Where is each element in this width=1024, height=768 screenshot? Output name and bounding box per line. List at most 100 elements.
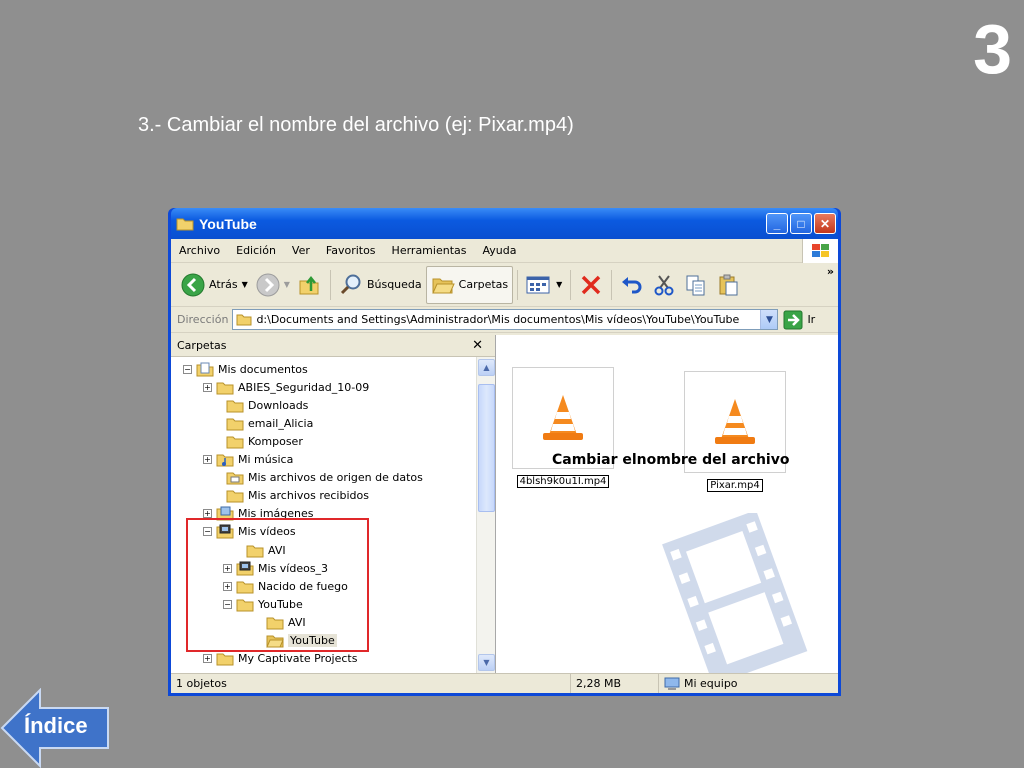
address-input[interactable]: d:\Documents and Settings\Administrador\… xyxy=(232,309,779,330)
expand-icon[interactable]: + xyxy=(203,509,212,519)
expand-icon[interactable]: + xyxy=(203,455,212,464)
tree-item[interactable]: + ABIES_Seguridad_10-09 xyxy=(203,378,369,396)
expand-icon[interactable]: + xyxy=(203,654,212,664)
folders-button[interactable]: Carpetas xyxy=(425,265,514,304)
go-label: Ir xyxy=(807,313,816,326)
menu-edicion[interactable]: Edición xyxy=(228,244,284,257)
tree-item[interactable]: AVI xyxy=(233,541,286,559)
tree-item[interactable]: Mis archivos recibidos xyxy=(213,487,369,505)
up-folder-icon xyxy=(299,275,319,294)
chevron-down-icon: ▼ xyxy=(765,314,773,325)
status-location: Mi equipo xyxy=(659,674,838,693)
toolbar-separator xyxy=(611,269,613,300)
tree-item[interactable]: − Mis documentos xyxy=(183,360,308,378)
tree-item[interactable]: Downloads xyxy=(213,396,308,414)
chevron-down-icon[interactable]: ▼ xyxy=(242,280,248,289)
tree-item-label: YouTube xyxy=(258,597,303,611)
menu-favoritos[interactable]: Favoritos xyxy=(318,244,384,257)
minimize-button[interactable]: _ xyxy=(766,213,788,234)
tree-scrollbar[interactable]: ▲ ▼ xyxy=(476,357,495,673)
my-computer-icon xyxy=(664,677,680,690)
folder-icon xyxy=(216,653,234,666)
folders-pane-header: Carpetas ✕ xyxy=(171,335,495,357)
toolbar-separator xyxy=(517,269,519,300)
film-strip-watermark-icon xyxy=(662,513,808,673)
menu-ver[interactable]: Ver xyxy=(284,244,318,257)
standard-toolbar: Atrás ▼ ▼ Búsqueda Carpetas ▼ » xyxy=(171,263,838,307)
tree-item-label: Mis archivos de origen de datos xyxy=(248,471,423,485)
menu-archivo[interactable]: Archivo xyxy=(171,244,228,257)
folder-icon xyxy=(226,400,244,413)
expand-icon[interactable]: + xyxy=(203,382,212,392)
menu-bar: Archivo Edición Ver Favoritos Herramient… xyxy=(171,239,838,263)
window-titlebar[interactable]: YouTube _ □ ✕ xyxy=(171,208,838,239)
status-size-text: 2,28 MB xyxy=(576,677,622,690)
cut-button[interactable] xyxy=(648,266,680,304)
tree-item[interactable]: + Nacido de fuego xyxy=(223,577,348,595)
collapse-icon[interactable]: − xyxy=(203,527,212,537)
folders-pane: Carpetas ✕ − Mis documentos + ABIES_Segurid… xyxy=(171,335,496,673)
tree-item[interactable]: + Mi música xyxy=(203,451,293,469)
music-folder-icon xyxy=(216,454,234,467)
views-button[interactable]: ▼ xyxy=(522,266,566,304)
file-name-edit-input[interactable]: Pixar.mp4 xyxy=(707,479,763,492)
video-folder-icon xyxy=(236,561,254,576)
collapse-icon[interactable]: − xyxy=(223,599,232,609)
file-item[interactable]: Pixar.mp4 xyxy=(684,371,786,492)
forward-button[interactable]: ▼ xyxy=(252,266,294,304)
toolbar-more-button[interactable]: » xyxy=(827,265,834,278)
menu-ayuda[interactable]: Ayuda xyxy=(474,244,524,257)
scroll-up-button[interactable]: ▲ xyxy=(478,359,495,376)
tree-item-label: AVI xyxy=(268,543,286,557)
tree-item[interactable]: + Mis imágenes xyxy=(203,505,314,523)
undo-button[interactable] xyxy=(616,266,648,304)
tree-item-label: My Captivate Projects xyxy=(238,652,358,666)
index-button-label[interactable]: Índice xyxy=(24,713,88,739)
maximize-button[interactable]: □ xyxy=(790,213,812,234)
open-folder-icon xyxy=(266,635,284,648)
tree-item[interactable]: Komposer xyxy=(213,432,303,450)
paste-button[interactable] xyxy=(712,266,744,304)
slide-number: 3 xyxy=(973,10,1012,88)
file-item[interactable]: 4blsh9k0u1I.mp4 xyxy=(512,367,614,488)
tree-item-label: YouTube xyxy=(288,634,337,647)
up-folder-button[interactable] xyxy=(294,266,326,304)
close-button[interactable]: ✕ xyxy=(814,213,836,234)
tree-item[interactable]: AVI xyxy=(253,613,306,631)
open-folder-icon xyxy=(431,278,455,293)
tree-item[interactable]: + My Captivate Projects xyxy=(203,650,357,668)
search-button[interactable]: Búsqueda xyxy=(335,266,426,304)
vlc-cone-icon xyxy=(543,395,583,440)
menu-herramientas[interactable]: Herramientas xyxy=(384,244,475,257)
tree-item[interactable]: + Mis vídeos_3 xyxy=(223,559,328,577)
back-button[interactable]: Atrás ▼ xyxy=(177,266,252,304)
chevron-down-icon[interactable]: ▼ xyxy=(556,280,562,289)
status-objects-text: 1 objetos xyxy=(176,677,227,690)
paste-icon xyxy=(719,274,738,295)
tree-item-label: Mis documentos xyxy=(218,362,308,376)
tree-item[interactable]: email_Alicia xyxy=(213,414,313,432)
expand-icon[interactable]: + xyxy=(223,581,232,591)
tree-item[interactable]: − YouTube xyxy=(223,595,303,613)
scroll-thumb[interactable] xyxy=(478,384,495,512)
search-label: Búsqueda xyxy=(366,278,422,291)
tree-item[interactable]: Mis archivos de origen de datos xyxy=(213,469,423,487)
folders-label: Carpetas xyxy=(458,278,509,291)
folder-icon xyxy=(236,599,254,612)
tree-item[interactable]: − Mis vídeos xyxy=(203,523,296,541)
status-size: 2,28 MB xyxy=(571,674,659,693)
folder-icon xyxy=(216,382,234,395)
expand-icon[interactable]: + xyxy=(223,563,232,573)
address-dropdown-button[interactable]: ▼ xyxy=(760,310,778,329)
status-objects: 1 objetos xyxy=(171,674,571,693)
go-button[interactable]: Ir xyxy=(783,310,815,330)
collapse-icon[interactable]: − xyxy=(183,364,192,374)
go-arrow-icon xyxy=(783,310,803,329)
close-icon[interactable]: ✕ xyxy=(472,338,483,353)
address-path: d:\Documents and Settings\Administrador\… xyxy=(256,313,740,326)
chevron-down-icon[interactable]: ▼ xyxy=(284,280,290,289)
tree-item[interactable]: YouTube xyxy=(253,632,337,650)
copy-button[interactable] xyxy=(680,266,712,304)
delete-button[interactable] xyxy=(575,266,607,304)
scroll-down-button[interactable]: ▼ xyxy=(478,654,495,671)
